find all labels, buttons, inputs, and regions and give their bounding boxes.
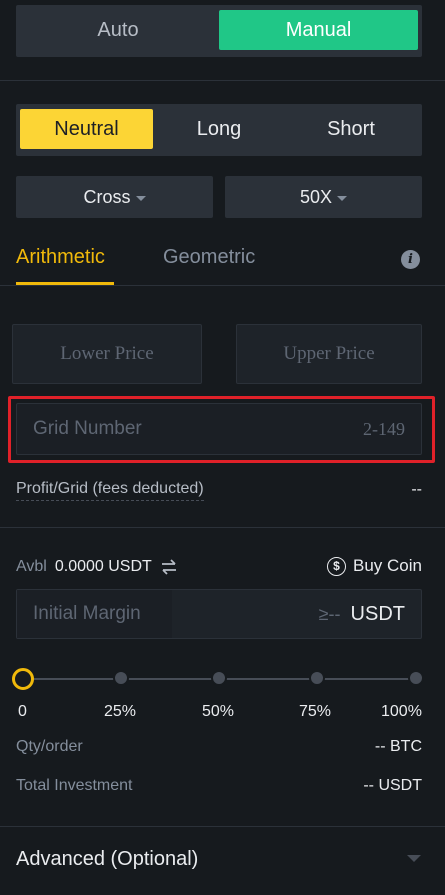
transfer-icon[interactable]	[160, 558, 178, 576]
available-value: 0.0000 USDT	[54, 558, 152, 575]
chevron-down-icon	[135, 195, 146, 201]
divider	[0, 527, 445, 528]
initial-margin-unit: USDT	[350, 602, 405, 625]
mode-toggle: Auto Manual	[16, 5, 422, 57]
available-label: Avbl	[16, 558, 47, 575]
long-button[interactable]: Long	[154, 109, 284, 149]
chevron-down-icon	[337, 195, 348, 201]
auto-mode-button[interactable]: Auto	[20, 10, 216, 50]
leverage-select[interactable]: 50X	[225, 176, 422, 218]
total-investment-value: -- USDT	[363, 777, 422, 794]
slider-tick-label: 50%	[202, 703, 235, 720]
manual-mode-button[interactable]: Manual	[219, 10, 418, 50]
divider	[0, 80, 445, 81]
buy-coin-button[interactable]: $ Buy Coin	[327, 556, 422, 576]
margin-mode-select[interactable]: Cross	[16, 176, 213, 218]
upper-price-input[interactable]: Upper Price	[236, 324, 422, 384]
initial-margin-placeholder: Initial Margin	[33, 603, 141, 624]
slider-tick-label: 75%	[299, 703, 332, 720]
info-icon[interactable]: i	[401, 250, 420, 269]
advanced-options-toggle[interactable]: Advanced (Optional)	[16, 848, 198, 871]
profit-per-grid-value: --	[411, 481, 422, 498]
slider-stop-50[interactable]	[211, 670, 227, 686]
initial-margin-input[interactable]: Initial Margin ≥-- USDT	[16, 589, 422, 639]
slider-tick-label: 25%	[104, 703, 137, 720]
initial-margin-hint: ≥--	[318, 603, 341, 624]
slider-stop-75[interactable]	[309, 670, 325, 686]
chevron-down-icon[interactable]	[407, 855, 421, 862]
tab-arithmetic[interactable]: Arithmetic	[16, 246, 105, 269]
lower-price-input[interactable]: Lower Price	[12, 324, 202, 384]
available-balance: Avbl 0.0000 USDT	[16, 558, 178, 576]
divider	[0, 826, 445, 827]
grid-number-placeholder: Grid Number	[33, 418, 142, 439]
lower-price-placeholder: Lower Price	[60, 343, 154, 364]
direction-toggle: Neutral Long Short	[16, 104, 422, 156]
buy-coin-label: Buy Coin	[353, 556, 422, 575]
qty-order-label: Qty/order	[16, 738, 83, 755]
slider-tick-label: 100%	[381, 703, 422, 720]
leverage-value: 50X	[299, 186, 333, 207]
tab-geometric[interactable]: Geometric	[163, 246, 255, 269]
upper-price-placeholder: Upper Price	[283, 343, 375, 364]
divider	[0, 285, 445, 286]
dollar-icon: $	[327, 556, 347, 576]
total-investment-label: Total Investment	[16, 777, 133, 794]
profit-per-grid-label[interactable]: Profit/Grid (fees deducted)	[16, 480, 204, 501]
slider-stop-100[interactable]	[408, 670, 424, 686]
neutral-button[interactable]: Neutral	[20, 109, 153, 149]
qty-order-value: -- BTC	[374, 738, 422, 755]
short-button[interactable]: Short	[284, 109, 418, 149]
grid-range-hint: 2-149	[363, 418, 405, 439]
grid-number-input[interactable]: Grid Number 2-149	[16, 403, 422, 455]
slider-handle[interactable]	[12, 668, 34, 690]
slider-tick-label: 0	[18, 703, 27, 720]
margin-mode-value: Cross	[83, 186, 131, 207]
initial-margin-suffix: ≥-- USDT	[319, 603, 405, 626]
slider-stop-25[interactable]	[113, 670, 129, 686]
